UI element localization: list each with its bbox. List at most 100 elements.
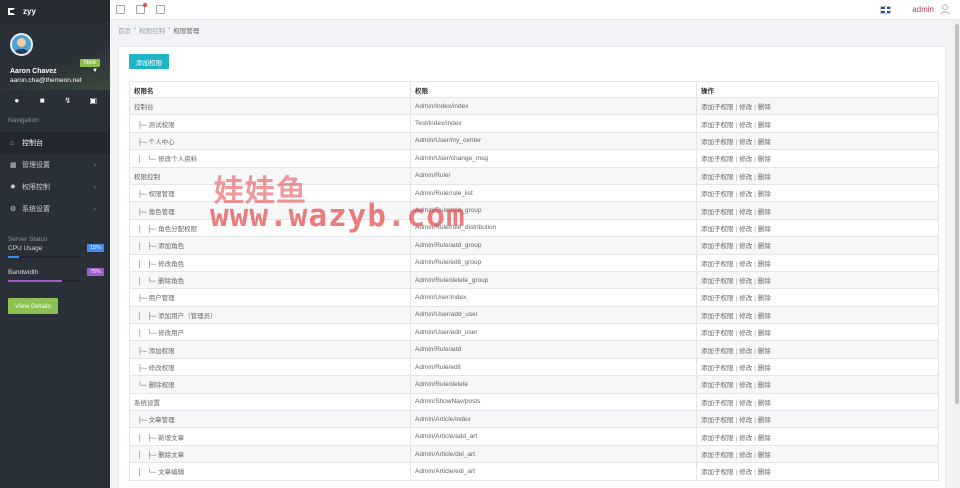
- add-child-permission-link[interactable]: 添加子权限: [701, 417, 734, 424]
- edit-link[interactable]: 修改: [739, 226, 752, 233]
- edit-link[interactable]: 修改: [739, 365, 752, 372]
- edit-link[interactable]: 修改: [739, 174, 752, 181]
- user-icon[interactable]: ●: [11, 96, 23, 105]
- edit-link[interactable]: 修改: [739, 382, 752, 389]
- delete-link[interactable]: 删除: [758, 365, 771, 372]
- edit-link[interactable]: 修改: [739, 209, 752, 216]
- actions-cell: 添加子权限 | 修改 | 删除: [696, 410, 939, 429]
- add-child-permission-link[interactable]: 添加子权限: [701, 226, 734, 233]
- table-row: │ └─ 修改个人资料 Admin/User/change_msg 添加子权限 | 修改…: [129, 149, 939, 168]
- caret-down-icon[interactable]: ▼: [92, 68, 98, 74]
- delete-link[interactable]: 删除: [758, 400, 771, 407]
- delete-link[interactable]: 删除: [758, 330, 771, 337]
- delete-link[interactable]: 删除: [758, 435, 771, 442]
- edit-link[interactable]: 修改: [739, 122, 752, 129]
- delete-link[interactable]: 删除: [758, 139, 771, 146]
- permission-rule-cell: Admin/User/index: [410, 288, 697, 307]
- add-child-permission-link[interactable]: 添加子权限: [701, 452, 734, 459]
- add-child-permission-link[interactable]: 添加子权限: [701, 400, 734, 407]
- edit-link[interactable]: 修改: [739, 104, 752, 111]
- add-child-permission-link[interactable]: 添加子权限: [701, 435, 734, 442]
- edit-link[interactable]: 修改: [739, 435, 752, 442]
- menu-toggle-icon[interactable]: [116, 5, 125, 14]
- sidebar-item-permissions[interactable]: ✹ 权限控制 ›: [0, 176, 110, 198]
- avatar[interactable]: [10, 33, 33, 56]
- delete-link[interactable]: 删除: [758, 191, 771, 198]
- edit-link[interactable]: 修改: [739, 295, 752, 302]
- sidebar-item-dashboard[interactable]: ⌂ 控制台: [0, 132, 110, 154]
- add-child-permission-link[interactable]: 添加子权限: [701, 278, 734, 285]
- edit-link[interactable]: 修改: [739, 400, 752, 407]
- add-child-permission-link[interactable]: 添加子权限: [701, 348, 734, 355]
- edit-link[interactable]: 修改: [739, 417, 752, 424]
- edit-link[interactable]: 修改: [739, 452, 752, 459]
- add-child-permission-link[interactable]: 添加子权限: [701, 261, 734, 268]
- language-flag-icon[interactable]: [880, 6, 891, 14]
- delete-link[interactable]: 删除: [758, 452, 771, 459]
- add-child-permission-link[interactable]: 添加子权限: [701, 469, 734, 476]
- chat-icon[interactable]: ■: [36, 96, 48, 105]
- edit-link[interactable]: 修改: [739, 278, 752, 285]
- delete-link[interactable]: 删除: [758, 261, 771, 268]
- vertical-scrollbar[interactable]: [954, 20, 960, 488]
- add-child-permission-link[interactable]: 添加子权限: [701, 122, 734, 129]
- profile-name[interactable]: Aaron Chavez: [10, 68, 57, 75]
- delete-link[interactable]: 删除: [758, 313, 771, 320]
- edit-link[interactable]: 修改: [739, 191, 752, 198]
- breadcrumb-home[interactable]: 首页: [118, 25, 131, 35]
- add-child-permission-link[interactable]: 添加子权限: [701, 156, 734, 163]
- add-child-permission-link[interactable]: 添加子权限: [701, 365, 734, 372]
- delete-link[interactable]: 删除: [758, 243, 771, 250]
- delete-link[interactable]: 删除: [758, 469, 771, 476]
- delete-link[interactable]: 删除: [758, 278, 771, 285]
- edit-link[interactable]: 修改: [739, 469, 752, 476]
- delete-link[interactable]: 删除: [758, 226, 771, 233]
- permissions-table: 权限名 权限 操作 控制台 Admin/Index/index 添加子权限 | 修改 | 删…: [129, 81, 939, 481]
- delete-link[interactable]: 删除: [758, 348, 771, 355]
- view-details-button[interactable]: View Details: [8, 298, 58, 314]
- add-permission-button[interactable]: 添加权限: [129, 54, 169, 69]
- add-child-permission-link[interactable]: 添加子权限: [701, 330, 734, 337]
- edit-link[interactable]: 修改: [739, 156, 752, 163]
- sidebar-item-management[interactable]: ▦ 管理设置 ›: [0, 154, 110, 176]
- add-child-permission-link[interactable]: 添加子权限: [701, 104, 734, 111]
- add-child-permission-link[interactable]: 添加子权限: [701, 209, 734, 216]
- edit-link[interactable]: 修改: [739, 261, 752, 268]
- sidebar-item-system[interactable]: ⚙ 系统设置 ›: [0, 198, 110, 220]
- delete-link[interactable]: 删除: [758, 174, 771, 181]
- add-child-permission-link[interactable]: 添加子权限: [701, 295, 734, 302]
- edit-link[interactable]: 修改: [739, 139, 752, 146]
- column-header-name: 权限名: [129, 81, 411, 98]
- bolt-icon[interactable]: ↯: [62, 96, 74, 105]
- current-user[interactable]: admin: [912, 5, 934, 14]
- breadcrumb-section[interactable]: 权限控制: [139, 25, 165, 35]
- user-profile-icon[interactable]: [940, 4, 950, 15]
- add-child-permission-link[interactable]: 添加子权限: [701, 174, 734, 181]
- delete-link[interactable]: 删除: [758, 209, 771, 216]
- delete-link[interactable]: 删除: [758, 104, 771, 111]
- edit-link[interactable]: 修改: [739, 348, 752, 355]
- edit-link[interactable]: 修改: [739, 243, 752, 250]
- actions-cell: 添加子权限 | 修改 | 删除: [696, 114, 939, 133]
- table-row: │ └─ 文章编辑 Admin/Article/edi_art 添加子权限 | 修改 | 删…: [129, 462, 939, 481]
- edit-link[interactable]: 修改: [739, 313, 752, 320]
- apps-grid-icon[interactable]: [156, 5, 165, 14]
- delete-link[interactable]: 删除: [758, 417, 771, 424]
- actions-cell: 添加子权限 | 修改 | 删除: [696, 236, 939, 255]
- add-child-permission-link[interactable]: 添加子权限: [701, 243, 734, 250]
- gear-icon: ✹: [10, 184, 16, 191]
- edit-link[interactable]: 修改: [739, 330, 752, 337]
- delete-link[interactable]: 删除: [758, 122, 771, 129]
- table-row: └─ 删除权限 Admin/Rule/delete 添加子权限 | 修改 | 删除: [129, 375, 939, 394]
- actions-cell: 添加子权限 | 修改 | 删除: [696, 218, 939, 238]
- brand[interactable]: zyy: [0, 0, 110, 23]
- delete-link[interactable]: 删除: [758, 295, 771, 302]
- add-child-permission-link[interactable]: 添加子权限: [701, 313, 734, 320]
- scrollbar-thumb[interactable]: [955, 24, 959, 404]
- delete-link[interactable]: 删除: [758, 382, 771, 389]
- delete-link[interactable]: 删除: [758, 156, 771, 163]
- add-child-permission-link[interactable]: 添加子权限: [701, 139, 734, 146]
- add-child-permission-link[interactable]: 添加子权限: [701, 382, 734, 389]
- lock-icon[interactable]: ▣: [87, 96, 99, 105]
- add-child-permission-link[interactable]: 添加子权限: [701, 191, 734, 198]
